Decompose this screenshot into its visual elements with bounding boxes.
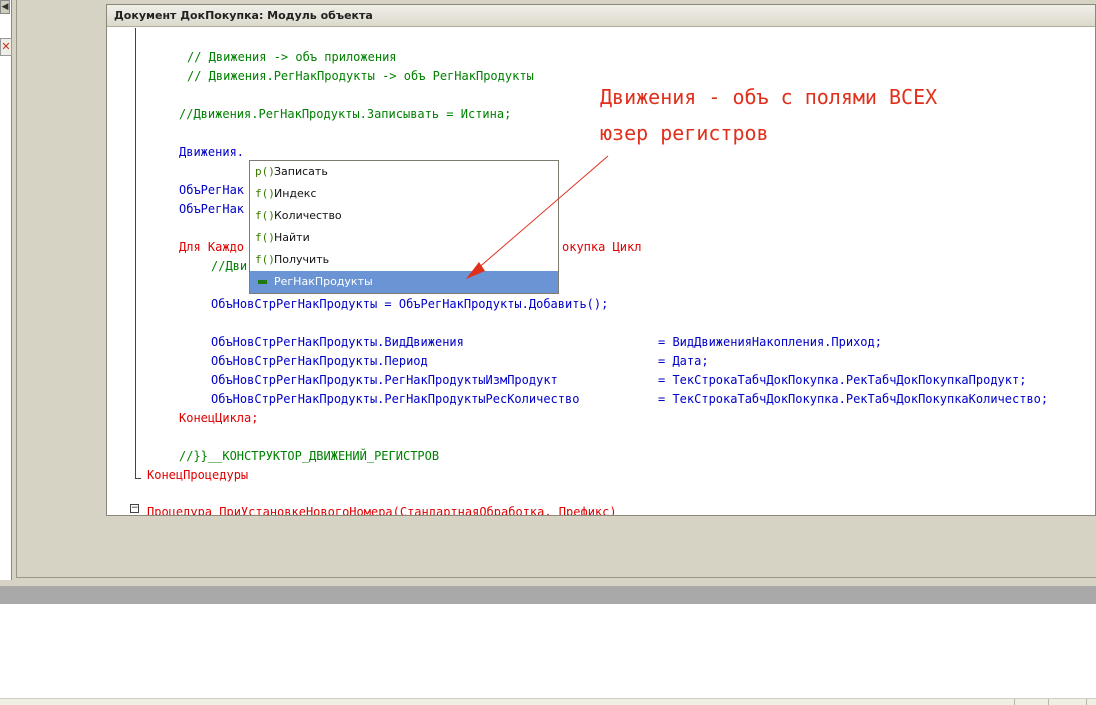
code-line[interactable]: ОбъНовСтрРегНакПродукты = ОбъРегНакПроду… [211, 297, 608, 311]
autocomplete-item[interactable]: f() Количество [250, 205, 558, 227]
status-bar [0, 698, 1096, 705]
function-icon: f() [255, 253, 275, 266]
code-line[interactable]: Для Каждо [179, 240, 244, 254]
code-line[interactable]: = ТекСтрокаТабчДокПокупка.РекТабчДокПоку… [658, 392, 1048, 406]
close-icon[interactable]: ✕ [0, 38, 12, 56]
code-line[interactable]: КонецЦикла; [179, 411, 258, 425]
code-line[interactable]: Движения. [179, 145, 244, 159]
status-cell [1086, 699, 1096, 705]
autocomplete-item[interactable]: p() Записать [250, 161, 558, 183]
autocomplete-item-selected[interactable]: РегНакПродукты [250, 271, 558, 293]
code-line[interactable]: Процедура ПриУстановкеНовогоНомера(Станд… [147, 505, 617, 515]
code-line[interactable]: // Движения.РегНакПродукты -> объ РегНак… [187, 69, 534, 83]
code-line[interactable]: ОбъНовСтрРегНакПродукты.Период [211, 354, 428, 368]
fold-toggle-icon[interactable]: − [130, 504, 139, 513]
autocomplete-item[interactable]: f() Найти [250, 227, 558, 249]
function-icon: f() [255, 231, 275, 244]
code-line[interactable]: //Дви [211, 259, 247, 273]
code-line[interactable]: окупка Цикл [562, 240, 641, 254]
code-line[interactable]: = ВидДвиженияНакопления.Приход; [658, 335, 882, 349]
autocomplete-item[interactable]: f() Получить [250, 249, 558, 271]
autocomplete-item-label: Записать [274, 165, 328, 178]
code-line[interactable]: ОбъНовСтрРегНакПродукты.ВидДвижения [211, 335, 464, 349]
property-icon [258, 280, 267, 284]
code-line[interactable]: = ТекСтрокаТабчДокПокупка.РекТабчДокПоку… [658, 373, 1026, 387]
autocomplete-item-label: Индекс [274, 187, 317, 200]
annotation-line-2: юзер регистров [600, 121, 769, 145]
workspace-border-bottom [16, 577, 1096, 578]
message-panel[interactable] [0, 604, 1096, 698]
workspace-border-left [16, 0, 17, 578]
code-line[interactable]: ОбъРегНак [179, 183, 244, 197]
status-cell [1048, 699, 1080, 705]
window-title[interactable]: Документ ДокПокупка: Модуль объекта [107, 5, 1095, 27]
scroll-left-button[interactable]: ◀ [0, 0, 10, 14]
code-line[interactable]: //}}__КОНСТРУКТОР_ДВИЖЕНИЙ_РЕГИСТРОВ [179, 449, 439, 463]
code-line[interactable]: //Движения.РегНакПродукты.Записывать = И… [179, 107, 511, 121]
procedure-icon: p() [255, 165, 275, 178]
annotation-line-1: Движения - объ с полями ВСЕХ [600, 85, 938, 109]
code-line[interactable]: = Дата; [658, 354, 709, 368]
function-icon: f() [255, 187, 275, 200]
message-panel-header [0, 586, 1096, 604]
code-line[interactable]: КонецПроцедуры [147, 468, 248, 482]
function-icon: f() [255, 209, 275, 222]
autocomplete-item-label: РегНакПродукты [274, 275, 373, 288]
code-line[interactable]: ОбъНовСтрРегНакПродукты.РегНакПродуктыРе… [211, 392, 579, 406]
fold-guide-end [135, 478, 141, 479]
autocomplete-item-label: Найти [274, 231, 310, 244]
fold-guide-line [135, 28, 136, 479]
code-line[interactable]: ОбъНовСтрРегНакПродукты.РегНакПродуктыИз… [211, 373, 558, 387]
left-window-panel: ◀ ✕ [0, 0, 12, 580]
code-line[interactable]: ОбъРегНак [179, 202, 244, 216]
autocomplete-item-label: Количество [274, 209, 342, 222]
autocomplete-item[interactable]: f() Индекс [250, 183, 558, 205]
code-line[interactable]: // Движения -> объ приложения [187, 50, 397, 64]
autocomplete-popup[interactable]: p() Записать f() Индекс f() Количество f… [249, 160, 559, 294]
autocomplete-item-label: Получить [274, 253, 330, 266]
status-cell [1014, 699, 1044, 705]
